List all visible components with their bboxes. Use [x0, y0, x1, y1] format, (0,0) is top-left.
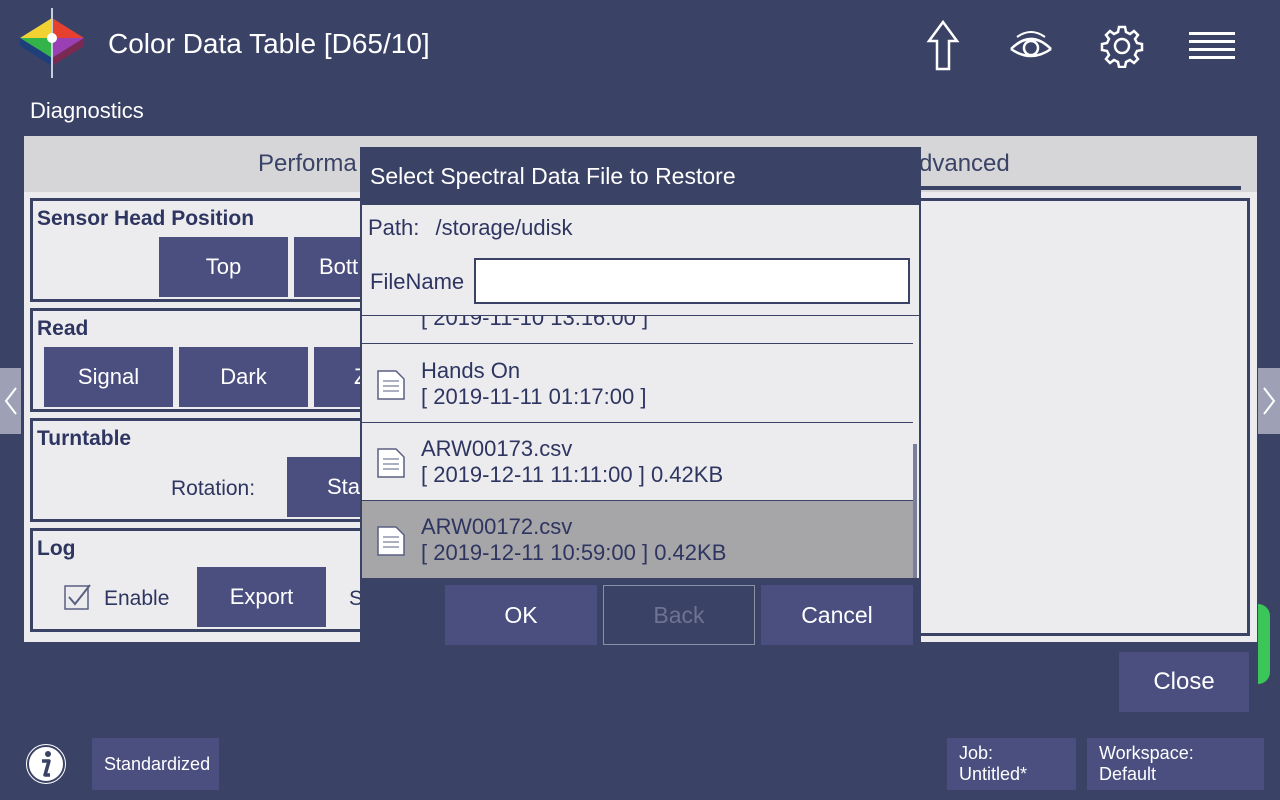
top-button[interactable]: Top [159, 237, 288, 297]
tab-performance[interactable]: Performa [258, 150, 357, 178]
app-title: Color Data Table [D65/10] [108, 28, 430, 59]
info-icon[interactable] [22, 740, 70, 788]
rotation-label: Rotation: [171, 477, 256, 500]
sensor-head-group: Sensor Head Position Top Bott [30, 198, 423, 302]
log-title: Log [37, 537, 76, 560]
top-bar: Color Data Table [D65/10] [0, 0, 1280, 90]
file-name: ARW00173.csv [421, 436, 573, 461]
ok-button[interactable]: OK [445, 585, 597, 645]
path-label: Path: [368, 215, 420, 240]
active-tab-indicator [921, 186, 1241, 190]
eye-icon[interactable] [1001, 16, 1061, 76]
status-job-badge[interactable]: Job: Untitled* [947, 738, 1076, 790]
upload-arrow-icon[interactable] [913, 16, 973, 76]
gear-icon[interactable] [1092, 16, 1152, 76]
signal-button[interactable]: Signal [44, 347, 173, 407]
chevron-left-icon [4, 387, 17, 415]
app-logo-icon [20, 8, 84, 78]
turntable-group: Turntable Rotation: Sta [30, 418, 416, 522]
filename-label: FileName [370, 269, 465, 294]
hamburger-menu-icon[interactable] [1182, 16, 1242, 76]
file-meta: [ 2019-12-11 11:11:00 ] 0.42KB [421, 462, 724, 487]
next-page-arrow[interactable] [1258, 368, 1280, 434]
list-item[interactable]: Hands On [ 2019-11-11 01:17:00 ] [362, 345, 913, 423]
restore-file-dialog: Select Spectral Data File to Restore Pat… [360, 147, 921, 645]
status-workspace-badge[interactable]: Workspace: Default [1087, 738, 1264, 790]
previous-page-arrow[interactable] [0, 368, 22, 434]
list-item[interactable]: [ 2019-11-10 13:16:00 ] [362, 315, 913, 344]
floating-action-edge [1258, 604, 1270, 684]
file-list[interactable]: [ 2019-11-10 13:16:00 ] Hands On [ 2019-… [362, 315, 919, 578]
turntable-title: Turntable [37, 427, 132, 450]
list-item[interactable]: ARW00173.csv [ 2019-12-11 11:11:00 ] 0.4… [362, 423, 913, 501]
dialog-title: Select Spectral Data File to Restore [370, 163, 736, 189]
file-name: Hands On [421, 358, 521, 383]
dark-button[interactable]: Dark [179, 347, 308, 407]
export-button[interactable]: Export [197, 567, 326, 627]
document-icon [377, 448, 405, 478]
read-group: Read Signal Dark Z [30, 308, 443, 412]
enable-checkbox[interactable] [64, 583, 92, 611]
status-bar: Standardized Job: Untitled* Workspace: D… [0, 730, 1280, 800]
log-group: Log Enable Export S [30, 528, 410, 632]
tab-advanced[interactable]: dvanced [919, 150, 1010, 178]
file-meta: [ 2019-11-11 01:17:00 ] [421, 384, 647, 409]
diagnostics-title: Diagnostics [30, 98, 144, 123]
enable-label: Enable [104, 587, 170, 610]
file-name: ARW00172.csv [421, 514, 573, 539]
sensor-head-title: Sensor Head Position [37, 207, 255, 230]
read-title: Read [37, 317, 89, 340]
file-meta: [ 2019-11-10 13:16:00 ] [421, 315, 649, 330]
file-list-scrollbar[interactable] [913, 444, 917, 578]
dialog-body: Path: /storage/udisk FileName [ 2019-11-… [362, 205, 919, 578]
path-row: Path: /storage/udisk [368, 215, 572, 241]
list-item-selected[interactable]: ARW00172.csv [ 2019-12-11 10:59:00 ] 0.4… [362, 501, 913, 578]
status-mode-badge[interactable]: Standardized [92, 738, 219, 790]
document-icon [377, 526, 405, 556]
back-button[interactable]: Back [603, 585, 755, 645]
advanced-panel [916, 198, 1250, 636]
path-value: /storage/udisk [435, 215, 573, 240]
document-icon [377, 370, 405, 400]
close-button[interactable]: Close [1119, 652, 1249, 712]
file-meta: [ 2019-12-11 10:59:00 ] 0.42KB [421, 540, 727, 565]
filename-input[interactable] [474, 258, 910, 304]
cancel-button[interactable]: Cancel [761, 585, 913, 645]
chevron-right-icon [1263, 387, 1276, 415]
